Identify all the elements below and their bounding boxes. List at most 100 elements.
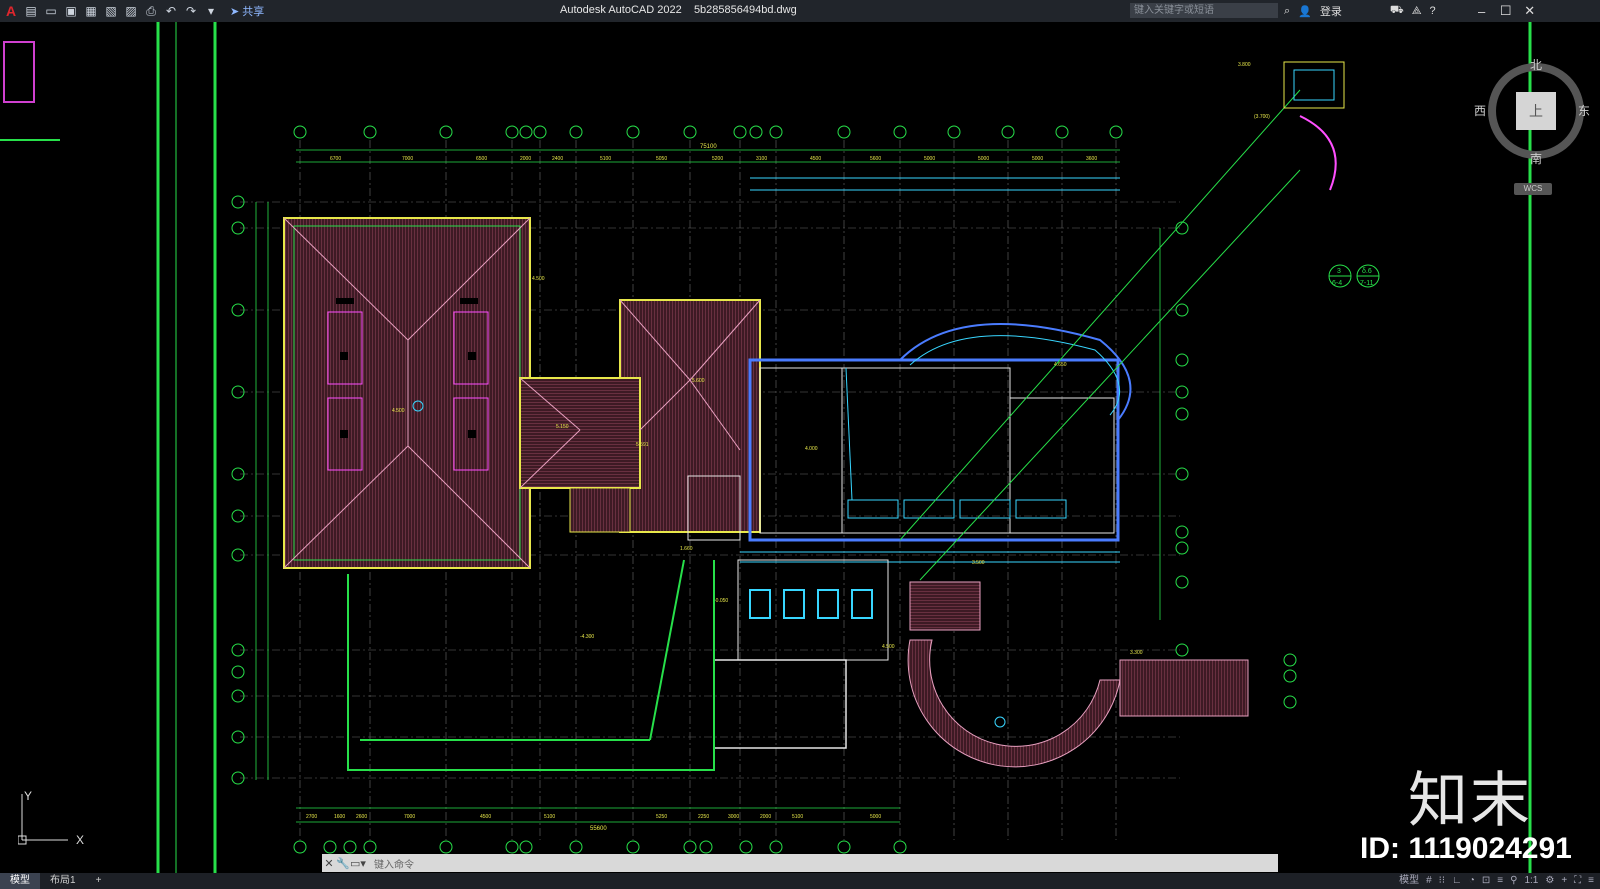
total-dim-top: 75100 [700,144,717,150]
level-label: 3.300 [1130,650,1143,656]
window-title: Autodesk AutoCAD 2022 5b285856494bd.dwg [560,4,797,16]
grid-icon[interactable]: # [1426,873,1432,889]
model-space-button[interactable]: 模型 [1399,873,1419,889]
recent-cmd-icon[interactable]: ▭▾ [350,857,366,870]
wcs-menu[interactable]: WCS [1514,183,1552,195]
save-as-icon[interactable]: ▦ [84,4,98,18]
level-label: 4.500 [882,644,895,650]
cart-icon[interactable]: ⛟ [1390,4,1404,18]
level-label: -4.300 [580,634,594,640]
bottom-dim-labels: 2700 1600 2600 7000 4500 5100 5250 2250 … [306,814,881,820]
redo-icon[interactable]: ↷ [184,4,198,18]
ucs-y-label: Y [24,790,32,803]
detail-ref-label: 6-4 [1332,280,1342,287]
level-label: 4.000 [805,446,818,452]
axis-bubbles-top [293,125,1123,139]
dim-label: 5250 [656,814,667,820]
dim-label: 4500 [810,156,821,162]
dim-label: 5600 [870,156,881,162]
customize-cmd-icon[interactable]: 🔧 [336,857,350,870]
osnap-icon[interactable]: ⊡ [1482,873,1490,889]
open-file-icon[interactable]: ▭ [44,4,58,18]
customize-dropdown-icon[interactable]: ▾ [204,4,218,18]
undo-icon[interactable]: ↶ [164,4,178,18]
tab-model[interactable]: 模型 [0,873,40,889]
level-label: 3.500 [972,560,985,566]
dim-label: 5200 [712,156,723,162]
maximize-button[interactable]: ☐ [1498,3,1514,19]
dim-label: 2000 [520,156,531,162]
search-icon[interactable]: ⌕ [1284,5,1290,18]
dim-label: 2000 [760,814,771,820]
dim-label: 2250 [698,814,709,820]
autocad-logo-icon[interactable]: A [4,4,18,18]
help-icon[interactable]: ? [1430,5,1436,17]
lineweight-icon[interactable]: ≡ [1497,873,1503,889]
watermark-brand: 知末 [1408,766,1532,836]
detail-ref-label: δ.6 [1362,268,1372,275]
plot-icon[interactable]: ▨ [124,4,138,18]
autodesk-app-icon[interactable]: ⟁ [1412,5,1422,18]
add-layout-button[interactable]: + [86,873,112,889]
dim-label: 2400 [552,156,563,162]
dim-label: 5100 [792,814,803,820]
viewcube-west[interactable]: 西 [1474,102,1486,119]
ucs-icon: Y X [17,789,88,855]
middle-roof: 5.600 5.150 5.591 4.500 [519,276,761,533]
print-icon[interactable]: ⎙ [144,4,158,18]
close-button[interactable]: ✕ [1522,3,1538,19]
publish-icon[interactable]: ▧ [104,4,118,18]
quick-access-toolbar: A ▤ ▭ ▣ ▦ ▧ ▨ ⎙ ↶ ↷ ▾ ➤ 共享 [0,3,264,19]
viewcube-east[interactable]: 东 [1578,102,1590,119]
minimize-button[interactable]: – [1474,4,1490,19]
dim-label: 5100 [600,156,611,162]
snap-icon[interactable]: ⁝⁝ [1439,873,1445,889]
login-button[interactable]: 登录 [1320,3,1342,19]
dim-label: 4500 [480,814,491,820]
command-line: ✕ 🔧 ▭▾ 键入命令 [322,854,1278,872]
annotation-icon[interactable]: ⚲ [1510,873,1517,889]
search-input[interactable]: 键入关键字或短语 [1130,3,1278,18]
user-icon[interactable]: 👤 [1298,5,1312,18]
new-file-icon[interactable]: ▤ [24,4,38,18]
viewcube-top-face[interactable]: 上 [1516,92,1556,130]
level-label: 4.500 [392,408,405,414]
dim-label: 6500 [476,156,487,162]
dim-label: 6700 [330,156,341,162]
titlebar-right: ⌕ 👤 登录 ⛟ ⟁ ? – ☐ ✕ [1284,3,1538,19]
command-input[interactable]: 键入命令 [374,856,414,871]
detail-ref-label: 7-11 [1360,280,1374,287]
level-label: 4.650 [1054,362,1067,368]
share-button[interactable]: ➤ 共享 [230,3,264,19]
close-cmd-icon[interactable]: ✕ [322,857,336,870]
drawing-canvas[interactable]: 75100 55600 6700 7000 6500 2000 2400 510… [0,22,1600,873]
save-icon[interactable]: ▣ [64,4,78,18]
dim-label: 5000 [870,814,881,820]
viewcube-south[interactable]: 南 [1530,150,1542,167]
viewcube[interactable]: 北 南 西 东 上 [1474,56,1590,168]
ortho-icon[interactable]: ∟ [1452,873,1462,889]
flat-building: 4.000 3.500 [740,177,1132,566]
polar-icon[interactable]: ◔ [1469,873,1475,889]
settings-icon[interactable]: ⚙ [1545,873,1554,889]
viewcube-north[interactable]: 北 [1530,56,1542,73]
axis-bubbles-bottom [293,840,907,854]
status-bar: 模型 布局1 + 模型 # ⁝⁝ ∟ ◔ ⊡ ≡ ⚲ 1:1 ⚙ + ⛶ ≡ [0,873,1600,889]
axis-bubbles-right [1175,221,1297,709]
tab-layout1[interactable]: 布局1 [40,873,86,889]
dim-label: 1600 [334,814,345,820]
dim-label: 7000 [404,814,415,820]
fullscreen-icon[interactable]: ⛶ [1574,873,1581,889]
menu-icon[interactable]: ≡ [1588,873,1594,889]
dim-label: 5050 [656,156,667,162]
plus-icon[interactable]: + [1561,873,1567,889]
level-label: 3.800 [1238,62,1251,68]
level-label: 4.500 [532,276,545,282]
level-label: -0.050 [714,598,728,604]
share-label: 共享 [242,6,265,18]
dim-label: 3100 [756,156,767,162]
main-roof: 4.500 [283,217,531,569]
file-name: 5b285856494bd.dwg [693,4,797,16]
scale-dropdown[interactable]: 1:1 [1524,873,1538,889]
detail-ref-label: 3 [1337,268,1341,275]
